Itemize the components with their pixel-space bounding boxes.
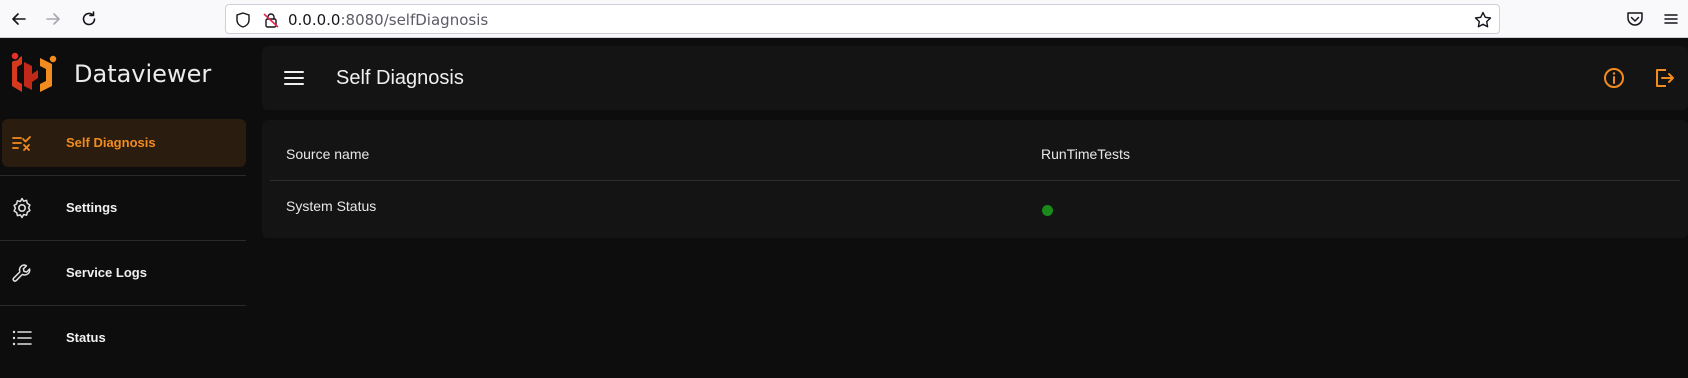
column-header-runtime-tests: RunTimeTests (1041, 146, 1130, 162)
hamburger-menu-icon[interactable] (1660, 8, 1682, 30)
column-header-source-name: Source name (286, 146, 370, 162)
sidebar-item-label: Settings (66, 200, 118, 215)
forward-button[interactable] (42, 8, 64, 30)
sidebar-divider (0, 175, 246, 176)
app-header: Self Diagnosis (262, 46, 1688, 110)
url-text[interactable]: 0.0.0.0:8080/selfDiagnosis (288, 11, 488, 29)
app-root: Dataviewer Self Diagnosis Settings Servi… (0, 38, 1688, 378)
page-title: Self Diagnosis (336, 67, 464, 89)
sidebar-item-label: Status (66, 330, 106, 345)
diagnosis-table: Source name RunTimeTests System Status (262, 120, 1688, 238)
url-host: 0.0.0.0 (288, 11, 341, 29)
insecure-lock-icon[interactable] (262, 11, 280, 29)
url-path: :8080/selfDiagnosis (340, 11, 489, 29)
brand-name: Dataviewer (74, 60, 212, 88)
reload-icon (82, 11, 96, 26)
table-cell-source-name: System Status (286, 198, 377, 214)
list-icon (12, 330, 32, 346)
hamburger-menu-icon[interactable] (282, 66, 306, 90)
sidebar-divider (0, 305, 246, 306)
sidebar-item-label: Self Diagnosis (66, 135, 156, 150)
bookmark-star-icon[interactable] (1473, 10, 1493, 30)
sidebar-item-self-diagnosis[interactable]: Self Diagnosis (2, 119, 246, 167)
reload-button[interactable] (78, 8, 100, 30)
back-button[interactable] (8, 8, 30, 30)
logout-icon[interactable] (1652, 66, 1676, 90)
status-indicator-dot (1042, 205, 1053, 216)
shield-icon[interactable] (234, 11, 252, 29)
sidebar: Dataviewer Self Diagnosis Settings Servi… (0, 38, 250, 378)
sidebar-item-service-logs[interactable]: Service Logs (2, 249, 246, 297)
gear-icon (13, 197, 31, 219)
pocket-icon[interactable] (1624, 8, 1646, 30)
sidebar-item-settings[interactable]: Settings (2, 184, 246, 232)
browser-toolbar: 0.0.0.0:8080/selfDiagnosis (0, 0, 1688, 38)
wrench-icon (12, 264, 31, 282)
sidebar-item-label: Service Logs (66, 265, 147, 280)
dataviewer-logo-icon (10, 51, 58, 92)
info-icon[interactable] (1602, 66, 1626, 90)
checklist-icon (12, 136, 31, 151)
table-divider (270, 180, 1680, 181)
sidebar-item-status[interactable]: Status (2, 314, 246, 362)
brand[interactable]: Dataviewer (8, 46, 248, 102)
arrow-left-icon (12, 13, 26, 25)
sidebar-divider (0, 240, 246, 241)
arrow-right-icon (46, 13, 60, 25)
url-bar[interactable]: 0.0.0.0:8080/selfDiagnosis (225, 4, 1500, 34)
